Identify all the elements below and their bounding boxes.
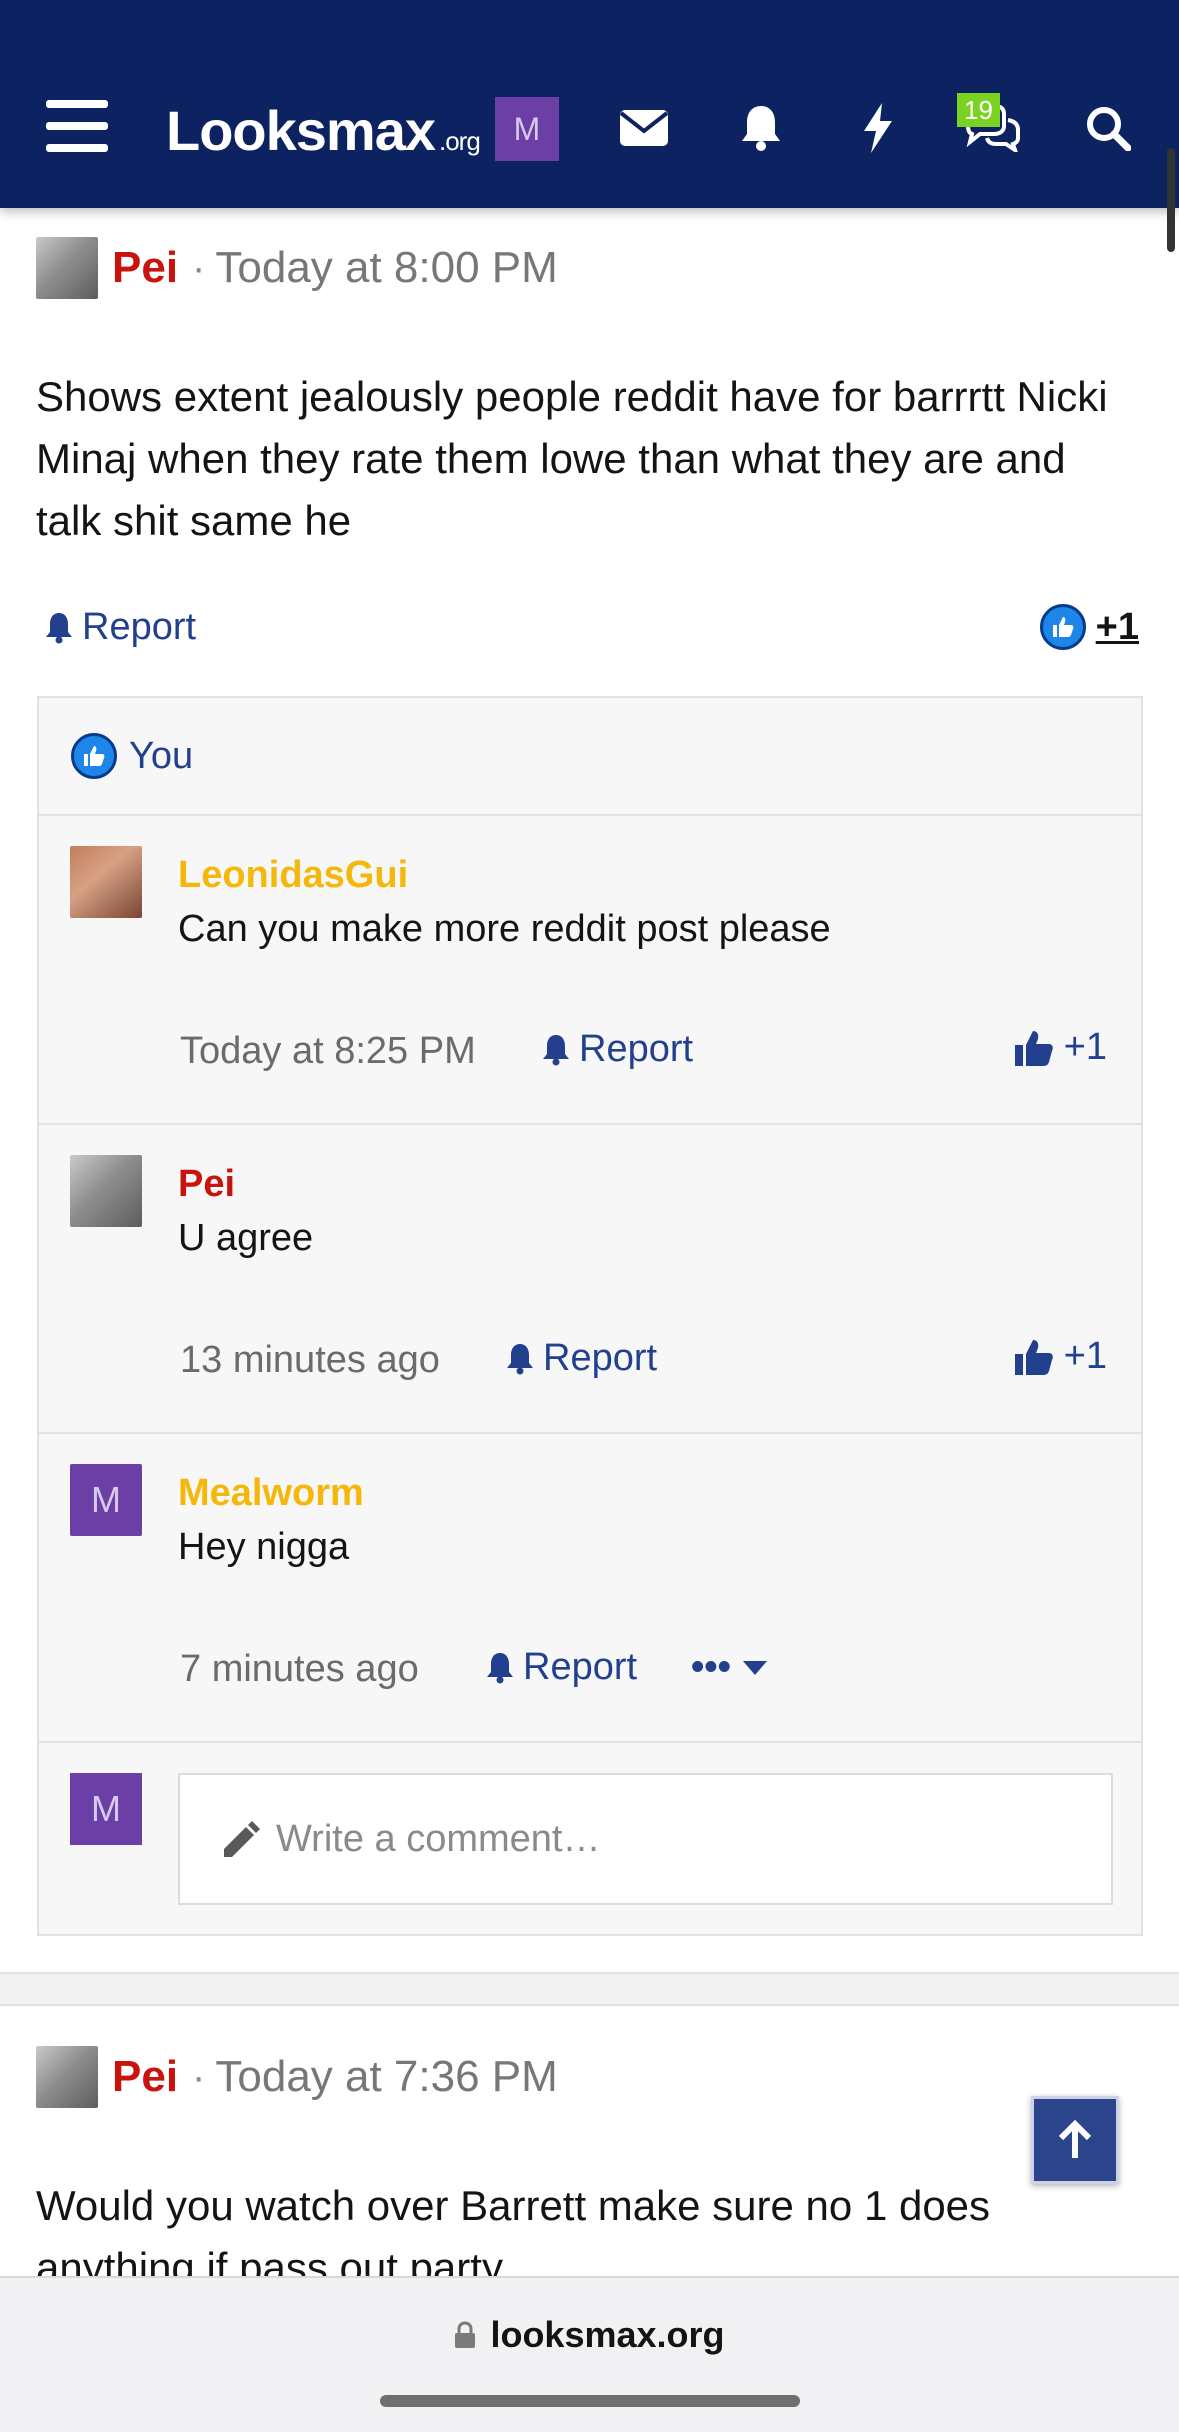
post-separator	[0, 1972, 1179, 2006]
thumbs-up-icon	[1039, 604, 1086, 650]
like-label: +1	[1063, 1026, 1107, 1068]
report-button[interactable]: Report	[541, 1028, 693, 1071]
report-label: Report	[543, 1337, 658, 1379]
comment-item: M Mealworm Hey nigga 7 minutes ago Repor…	[39, 1434, 1141, 1743]
like-button[interactable]: +1	[1014, 1335, 1107, 1378]
post-username[interactable]: Pei	[112, 243, 178, 293]
avatar[interactable]	[70, 1155, 142, 1227]
report-button[interactable]: Report	[485, 1646, 637, 1689]
post-time[interactable]: Today at 7:36 PM	[215, 2052, 557, 2102]
search-icon[interactable]	[1078, 98, 1138, 158]
menu-icon[interactable]	[46, 100, 108, 158]
logo-suffix: .org	[439, 126, 481, 156]
separator-dot: ·	[192, 2054, 206, 2099]
report-button[interactable]: Report	[505, 1337, 657, 1380]
post-body: Shows extent jealously people reddit hav…	[36, 373, 1108, 544]
conversations-badge: 19	[957, 93, 1000, 127]
comment-text: U agree	[178, 1217, 314, 1259]
comments-section: You LeonidasGui Can you make more reddit…	[37, 696, 1143, 1936]
bell-icon	[507, 1343, 533, 1374]
like-count[interactable]: +1	[1096, 606, 1139, 649]
post-header: Pei · Today at 8:00 PM	[36, 235, 558, 301]
site-logo[interactable]: Looksmax .org	[166, 98, 481, 163]
lock-icon	[455, 2321, 476, 2348]
user-avatar[interactable]: M	[495, 97, 559, 161]
comment-input[interactable]: Write a comment…	[178, 1773, 1113, 1905]
comment-username[interactable]: Mealworm	[178, 1472, 364, 1515]
more-label: •••	[691, 1646, 731, 1688]
like-label: +1	[1063, 1335, 1107, 1377]
url-bar[interactable]: looksmax.org	[0, 2314, 1179, 2356]
comment-username[interactable]: Pei	[178, 1163, 235, 1206]
scroll-to-top-button[interactable]	[1031, 2096, 1119, 2184]
lightning-icon[interactable]	[848, 98, 908, 158]
bell-icon	[487, 1652, 513, 1683]
thumbs-up-icon	[1014, 1339, 1053, 1375]
like-button[interactable]: +1	[1014, 1026, 1107, 1069]
write-comment-row: M Write a comment…	[39, 1743, 1141, 1936]
envelope-icon[interactable]	[614, 98, 674, 158]
url-text: looksmax.org	[490, 2314, 725, 2355]
avatar[interactable]	[36, 2046, 98, 2108]
avatar[interactable]	[36, 237, 98, 299]
chevron-down-icon	[742, 1660, 767, 1675]
likers-row: You	[39, 698, 1141, 816]
avatar[interactable]: M	[70, 1464, 142, 1536]
logo-main: Looksmax	[166, 99, 436, 162]
report-button[interactable]: Report	[44, 606, 196, 649]
reaction-summary[interactable]: +1	[1039, 604, 1139, 650]
post-header: Pei · Today at 7:36 PM	[36, 2044, 558, 2110]
avatar: M	[70, 1773, 142, 1845]
comment-text: Hey nigga	[178, 1526, 350, 1568]
thumbs-up-icon	[1014, 1030, 1053, 1066]
bell-icon	[543, 1034, 569, 1065]
comment-text: Can you make more reddit post please	[178, 908, 831, 950]
home-indicator[interactable]	[380, 2395, 800, 2407]
thumbs-up-icon	[71, 733, 117, 779]
post-username[interactable]: Pei	[112, 2052, 178, 2102]
comment-item: Pei U agree 13 minutes ago Report +1	[39, 1125, 1141, 1434]
comment-time[interactable]: 13 minutes ago	[180, 1339, 440, 1382]
page-scrollbar[interactable]	[1167, 148, 1175, 252]
bell-icon[interactable]	[731, 98, 791, 158]
top-navbar: Looksmax .org M 19	[0, 0, 1179, 208]
comment-placeholder: Write a comment…	[276, 1817, 601, 1860]
browser-toolbar: looksmax.org	[0, 2276, 1179, 2432]
arrow-up-icon	[1058, 2120, 1092, 2158]
report-label: Report	[579, 1028, 694, 1070]
comment-item: LeonidasGui Can you make more reddit pos…	[39, 816, 1141, 1125]
report-label: Report	[523, 1646, 638, 1688]
liker-name[interactable]: You	[129, 735, 193, 778]
more-options-button[interactable]: •••	[691, 1646, 767, 1689]
pencil-icon	[224, 1821, 260, 1857]
avatar[interactable]	[70, 846, 142, 918]
comment-time[interactable]: 7 minutes ago	[180, 1648, 419, 1691]
comment-username[interactable]: LeonidasGui	[178, 854, 408, 897]
separator-dot: ·	[192, 245, 206, 290]
post-time[interactable]: Today at 8:00 PM	[215, 243, 557, 293]
bell-icon	[46, 612, 72, 643]
report-label: Report	[82, 606, 197, 648]
comment-time[interactable]: Today at 8:25 PM	[180, 1030, 476, 1073]
